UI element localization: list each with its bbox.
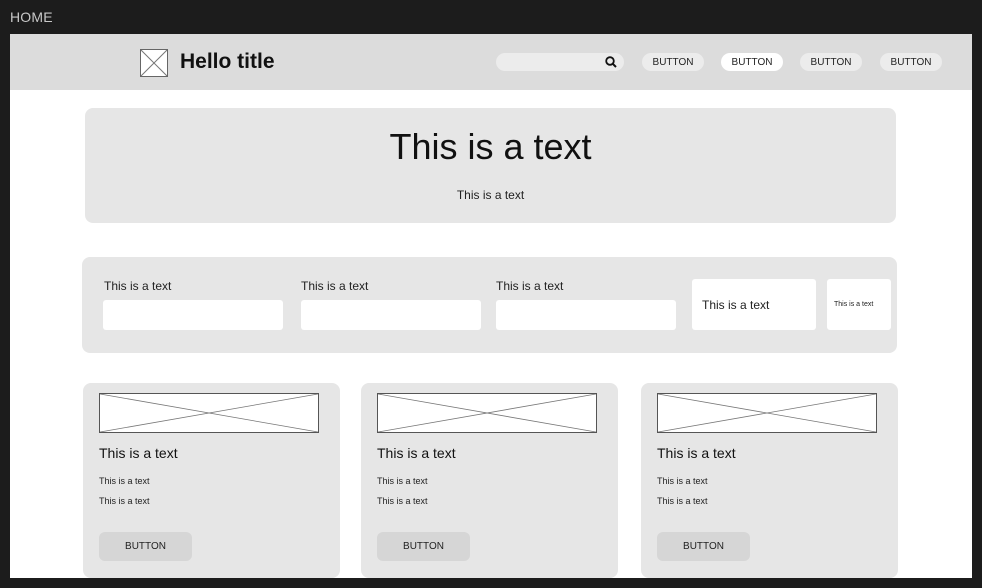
text-field-2[interactable] — [301, 300, 481, 330]
image-placeholder-icon — [99, 393, 319, 433]
image-placeholder-icon — [657, 393, 877, 433]
text-field-3[interactable] — [496, 300, 676, 330]
card-button[interactable]: BUTTON — [377, 532, 470, 561]
card-text-line-2: This is a text — [377, 496, 428, 506]
card-3: This is a text This is a text This is a … — [641, 383, 898, 578]
nav-button-3[interactable]: BUTTON — [800, 53, 862, 71]
card-title: This is a text — [99, 445, 178, 461]
card-text-line-2: This is a text — [99, 496, 150, 506]
card-text-line-1: This is a text — [657, 476, 708, 486]
navbar: Hello title BUTTON BUTTON BUTTON BUTTON — [10, 34, 972, 90]
nav-button-4[interactable]: BUTTON — [880, 53, 942, 71]
hero-panel: This is a text This is a text — [85, 108, 896, 223]
field-label-2: This is a text — [301, 279, 369, 293]
card-button[interactable]: BUTTON — [657, 532, 750, 561]
info-box-small[interactable]: This is a text — [827, 279, 891, 330]
search-bar[interactable] — [496, 53, 624, 71]
page-canvas: Hello title BUTTON BUTTON BUTTON BUTTON … — [10, 34, 972, 578]
search-icon[interactable] — [604, 55, 618, 69]
card-text-line-2: This is a text — [657, 496, 708, 506]
hero-subtitle: This is a text — [456, 188, 525, 202]
hero-title: This is a text — [389, 126, 592, 167]
card-text-line-1: This is a text — [377, 476, 428, 486]
info-box-large[interactable]: This is a text — [692, 279, 816, 330]
info-box-small-text: This is a text — [834, 301, 874, 308]
card-title: This is a text — [377, 445, 456, 461]
form-panel: This is a text This is a text This is a … — [82, 257, 897, 353]
nav-button-2[interactable]: BUTTON — [721, 53, 783, 71]
card-title: This is a text — [657, 445, 736, 461]
info-box-large-text: This is a text — [702, 298, 770, 312]
site-title: Hello title — [180, 50, 275, 73]
image-placeholder-icon — [377, 393, 597, 433]
field-label-1: This is a text — [104, 279, 172, 293]
card-text-line-1: This is a text — [99, 476, 150, 486]
card-button[interactable]: BUTTON — [99, 532, 192, 561]
card-2: This is a text This is a text This is a … — [361, 383, 618, 578]
field-label-3: This is a text — [496, 279, 564, 293]
frame-label: HOME — [10, 9, 53, 25]
text-field-1[interactable] — [103, 300, 283, 330]
logo-placeholder-icon — [140, 49, 168, 77]
nav-button-1[interactable]: BUTTON — [642, 53, 704, 71]
card-1: This is a text This is a text This is a … — [83, 383, 340, 578]
